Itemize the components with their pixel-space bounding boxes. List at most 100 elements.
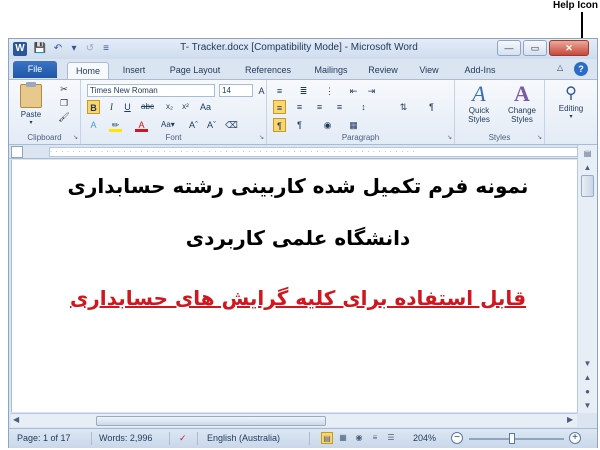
- increase-indent-icon[interactable]: ⇥: [365, 84, 378, 98]
- previous-page-icon[interactable]: ▲: [580, 371, 595, 384]
- font-launcher-icon[interactable]: ↘: [259, 134, 264, 141]
- sort-icon[interactable]: ⇅: [397, 100, 410, 114]
- document-area[interactable]: نمونه فرم تکمیل شده کاربینی رشته حسابدار…: [11, 160, 577, 412]
- bullets-icon[interactable]: ≡: [273, 84, 286, 98]
- grow-font-button[interactable]: Aˆ: [187, 118, 200, 132]
- align-center-button[interactable]: ≡: [293, 100, 306, 114]
- highlight-icon[interactable]: ✏: [109, 118, 122, 132]
- close-button[interactable]: ✕: [549, 40, 589, 56]
- undo-icon[interactable]: ↶: [51, 42, 65, 56]
- change-styles-button[interactable]: A Change Styles: [501, 82, 543, 125]
- shading-icon[interactable]: ◉: [321, 118, 334, 132]
- font-name-combo[interactable]: Times New Roman: [87, 84, 215, 97]
- zoom-slider-knob[interactable]: [509, 433, 515, 444]
- save-icon[interactable]: 💾: [33, 42, 47, 56]
- chevron-down-icon[interactable]: ▾: [69, 42, 79, 56]
- strikethrough-button[interactable]: abc: [141, 100, 154, 114]
- tab-add-ins[interactable]: Add-Ins: [453, 62, 507, 79]
- page-count[interactable]: Page: 1 of 17: [17, 433, 71, 443]
- tab-view[interactable]: View: [409, 62, 449, 79]
- word-count[interactable]: Words: 2,996: [99, 433, 152, 443]
- minimize-button[interactable]: —: [497, 40, 521, 56]
- bold-button[interactable]: B: [87, 100, 100, 114]
- tab-file[interactable]: File: [13, 61, 57, 78]
- justify-button[interactable]: ≡: [333, 100, 346, 114]
- maximize-button[interactable]: ▭: [523, 40, 547, 56]
- web-layout-button[interactable]: ◉: [353, 432, 365, 444]
- horizontal-scrollbar[interactable]: ◀ ▶: [11, 413, 577, 427]
- scroll-down-icon[interactable]: ▼: [580, 357, 595, 370]
- language-indicator[interactable]: English (Australia): [207, 433, 280, 443]
- align-left-button[interactable]: ≡: [273, 100, 286, 114]
- vertical-scrollbar[interactable]: ▤ ▲ ▼ ▲ ● ▼: [577, 145, 597, 413]
- scroll-left-icon[interactable]: ◀: [13, 415, 19, 424]
- customize-qat-icon[interactable]: ≡: [101, 42, 111, 56]
- binoculars-icon: ⚲: [565, 85, 577, 102]
- horizontal-scroll-thumb[interactable]: [96, 416, 326, 426]
- underline-button[interactable]: U: [121, 100, 134, 114]
- vertical-scroll-thumb[interactable]: [581, 175, 594, 197]
- rtl-direction-button[interactable]: ¶: [293, 118, 306, 132]
- help-icon-annotation: Help Icon: [552, 0, 598, 11]
- paragraph-group: ≡ ≣ ⋮ ⇤ ⇥ ≡ ≡ ≡ ≡ ↕ ¶ ¶ ◉ ▦ ⇅ ¶ Paragrap…: [267, 80, 455, 144]
- browse-object-icon[interactable]: ●: [580, 385, 595, 398]
- scroll-up-icon[interactable]: ▲: [580, 161, 595, 174]
- paste-button[interactable]: Paste ▾: [13, 82, 49, 126]
- text-effects-icon[interactable]: A: [87, 118, 100, 132]
- font-size-combo[interactable]: 14: [219, 84, 253, 97]
- zoom-in-button[interactable]: +: [569, 432, 581, 444]
- quick-styles-label: Quick Styles: [468, 106, 490, 124]
- cut-icon[interactable]: ✂: [57, 84, 71, 95]
- change-case-icon[interactable]: Aa: [199, 100, 212, 114]
- superscript-button[interactable]: x²: [179, 100, 192, 114]
- font-color-icon[interactable]: A: [135, 118, 148, 132]
- full-screen-reading-button[interactable]: ▦: [337, 432, 349, 444]
- redo-icon[interactable]: ↺: [83, 42, 97, 56]
- paragraph-launcher-icon[interactable]: ↘: [447, 134, 452, 141]
- proofing-icon[interactable]: ✓: [179, 433, 187, 444]
- screenshot: Help Icon W 💾 ↶ ▾ ↺ ≡ T- Tracker.docx [C…: [0, 0, 600, 450]
- show-marks-icon[interactable]: ¶: [425, 100, 438, 114]
- next-page-icon[interactable]: ▼: [580, 399, 595, 412]
- tab-review[interactable]: Review: [361, 62, 405, 79]
- horizontal-ruler: · · · · · · · · · · · · · · · · · · · · …: [9, 145, 597, 159]
- italic-button[interactable]: I: [105, 100, 118, 114]
- copy-icon[interactable]: ❐: [57, 98, 71, 109]
- multilevel-list-icon[interactable]: ⋮: [323, 84, 336, 98]
- editing-button[interactable]: ⚲ Editing ▾: [549, 84, 593, 120]
- borders-icon[interactable]: ▦: [347, 118, 360, 132]
- zoom-level[interactable]: 204%: [413, 433, 436, 443]
- print-layout-view-button[interactable]: ▤: [321, 432, 333, 444]
- tab-home[interactable]: Home: [67, 62, 109, 79]
- tab-references[interactable]: References: [235, 62, 301, 79]
- styles-launcher-icon[interactable]: ↘: [537, 134, 542, 141]
- tab-page-layout[interactable]: Page Layout: [159, 62, 231, 79]
- paste-label: Paste: [20, 110, 42, 119]
- draft-view-button[interactable]: ☰: [385, 432, 397, 444]
- tab-mailings[interactable]: Mailings: [305, 62, 357, 79]
- outline-view-button[interactable]: ≡: [369, 432, 381, 444]
- format-painter-icon[interactable]: 🖌: [57, 112, 71, 123]
- minimize-ribbon-icon[interactable]: △: [557, 63, 563, 72]
- line-spacing-icon[interactable]: ↕: [357, 100, 370, 114]
- subscript-button[interactable]: x₂: [163, 100, 176, 114]
- ltr-direction-button[interactable]: ¶: [273, 118, 286, 132]
- word-app-icon[interactable]: W: [13, 42, 27, 56]
- clear-formatting-icon[interactable]: ⌫: [225, 118, 238, 132]
- zoom-slider[interactable]: [469, 438, 564, 440]
- numbering-icon[interactable]: ≣: [297, 84, 310, 98]
- scroll-right-icon[interactable]: ▶: [567, 415, 573, 424]
- ruler-strip[interactable]: · · · · · · · · · · · · · · · · · · · · …: [49, 147, 579, 157]
- change-case-button[interactable]: Aa▾: [161, 118, 175, 132]
- quick-styles-button[interactable]: A Quick Styles: [459, 82, 499, 125]
- view-ruler-icon[interactable]: ▤: [580, 147, 595, 160]
- help-icon[interactable]: ?: [574, 62, 588, 76]
- align-right-button[interactable]: ≡: [313, 100, 326, 114]
- clipboard-launcher-icon[interactable]: ↘: [73, 134, 78, 141]
- shrink-font-button[interactable]: Aˇ: [205, 118, 218, 132]
- window-title: T- Tracker.docx [Compatibility Mode] - M…: [180, 42, 418, 53]
- decrease-indent-icon[interactable]: ⇤: [347, 84, 360, 98]
- zoom-out-button[interactable]: −: [451, 432, 463, 444]
- tab-selector[interactable]: [11, 146, 23, 158]
- tab-insert[interactable]: Insert: [113, 62, 155, 79]
